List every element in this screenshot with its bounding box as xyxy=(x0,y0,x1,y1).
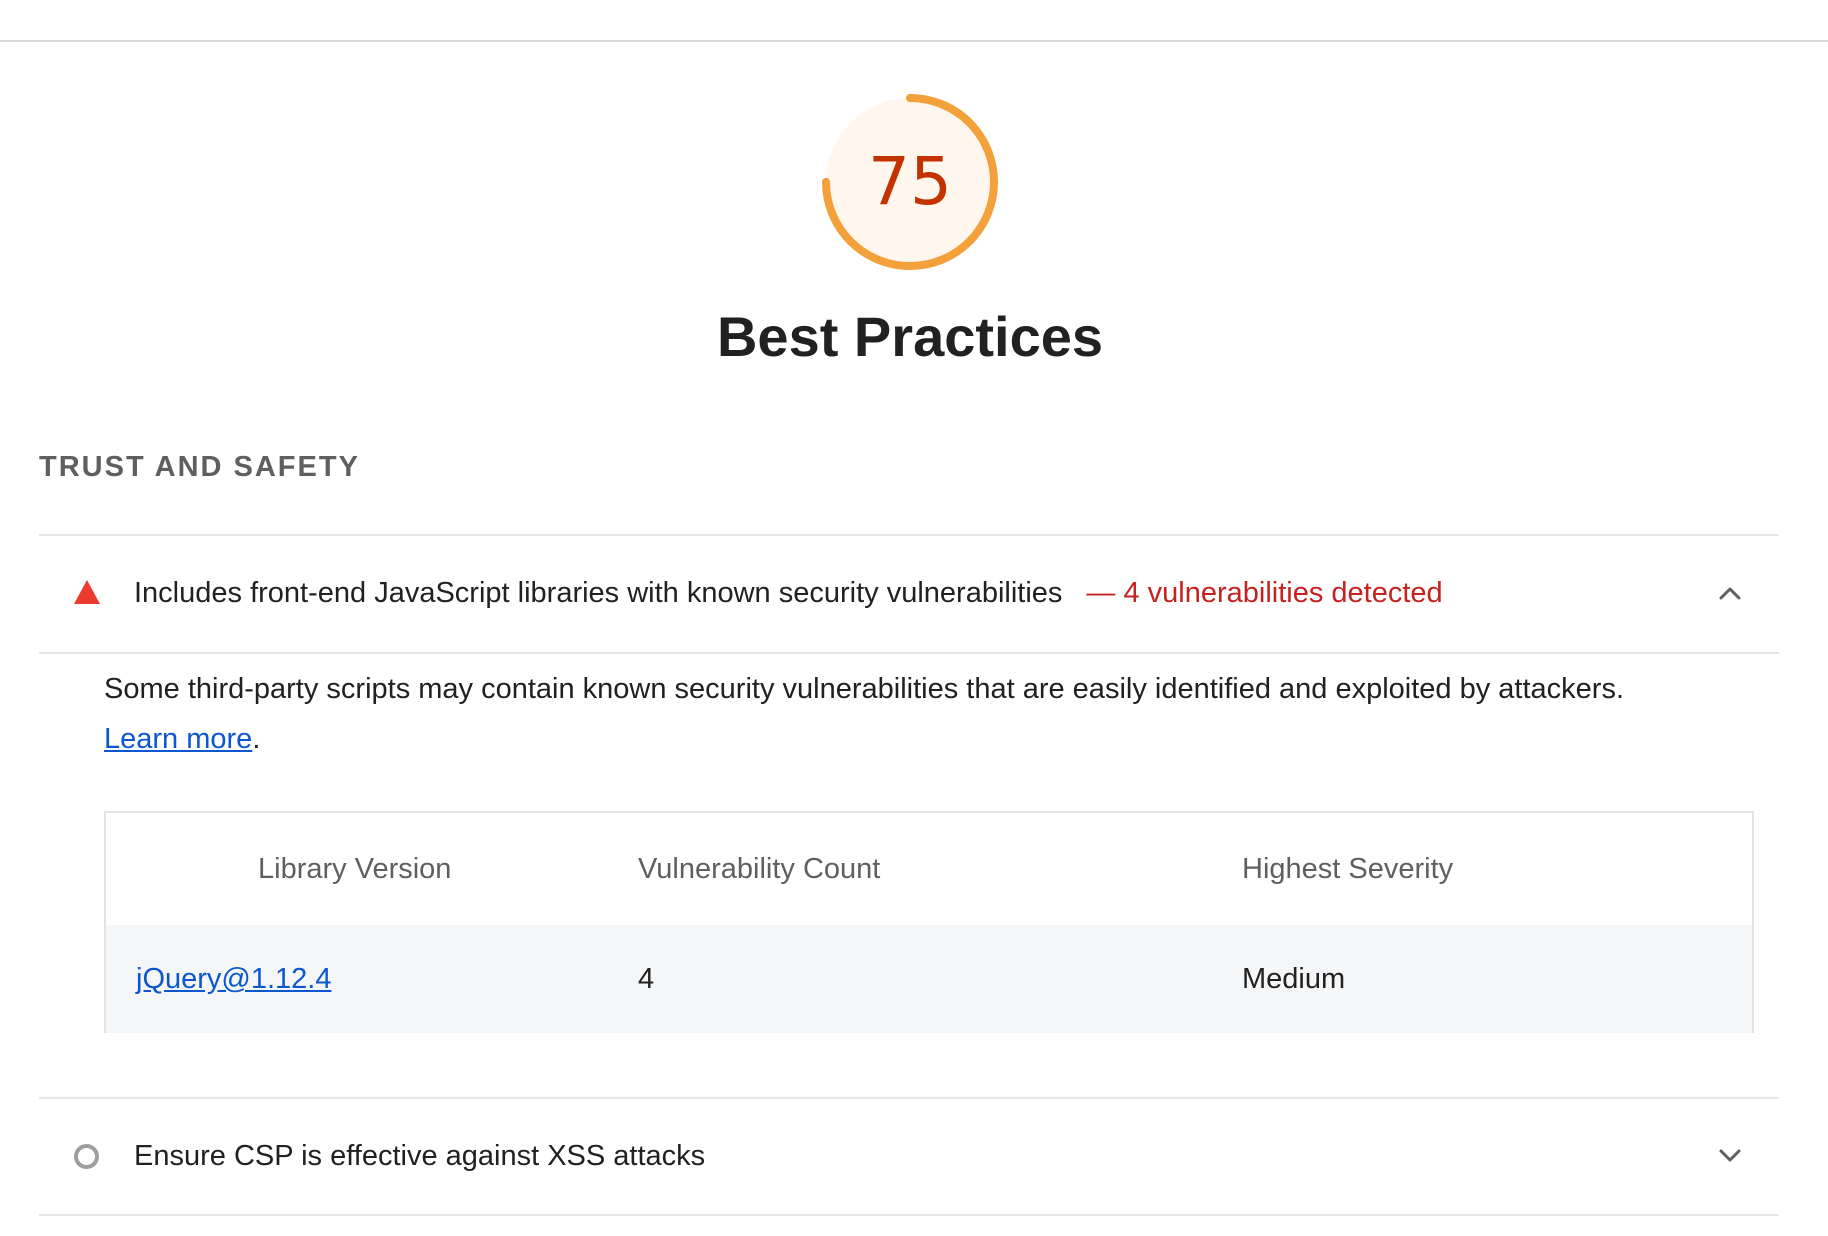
top-divider xyxy=(0,40,1828,42)
cell-highest-severity: Medium xyxy=(1242,963,1346,995)
header-library-version: Library Version xyxy=(258,853,452,885)
score-gauge[interactable]: 75 xyxy=(818,90,1002,274)
audit-description: Some third-party scripts may contain kno… xyxy=(104,664,1784,764)
library-link[interactable]: jQuery@1.12.4 xyxy=(136,963,331,995)
table-row: jQuery@1.12.4 4 Medium xyxy=(106,925,1752,1033)
cell-vulnerability-count: 4 xyxy=(638,963,655,995)
circle-outline-icon xyxy=(74,1144,99,1169)
group-title: TRUST AND SAFETY xyxy=(39,451,360,483)
chevron-down-icon[interactable] xyxy=(1717,1143,1743,1169)
score-value: 75 xyxy=(868,143,952,220)
audit-header-divider xyxy=(39,652,1779,654)
details-table: Library Version Vulnerability Count High… xyxy=(104,811,1754,1033)
audit-description-text: Some third-party scripts may contain kno… xyxy=(104,673,1625,705)
header-highest-severity: Highest Severity xyxy=(1242,853,1454,885)
bottom-divider xyxy=(39,1214,1779,1216)
header-vulnerability-count: Vulnerability Count xyxy=(638,853,881,885)
chevron-up-icon[interactable] xyxy=(1717,580,1743,606)
audit-title-wrap: Includes front-end JavaScript libraries … xyxy=(134,535,1443,651)
learn-more-suffix: . xyxy=(252,723,261,755)
category-title: Best Practices xyxy=(716,305,1103,368)
audit-row-vulnerable-libraries[interactable]: Includes front-end JavaScript libraries … xyxy=(39,535,1779,651)
cell-library: jQuery@1.12.4 xyxy=(136,925,331,1033)
audit-title: Ensure CSP is effective against XSS atta… xyxy=(134,1140,706,1172)
audit-title: Includes front-end JavaScript libraries … xyxy=(134,577,1063,609)
warning-triangle-icon xyxy=(74,580,100,604)
audit-row-csp-xss[interactable]: Ensure CSP is effective against XSS atta… xyxy=(39,1098,1779,1214)
audit-display-value: — 4 vulnerabilities detected xyxy=(1086,577,1443,609)
table-header-row: Library Version Vulnerability Count High… xyxy=(106,813,1752,925)
learn-more-link[interactable]: Learn more xyxy=(104,723,252,755)
